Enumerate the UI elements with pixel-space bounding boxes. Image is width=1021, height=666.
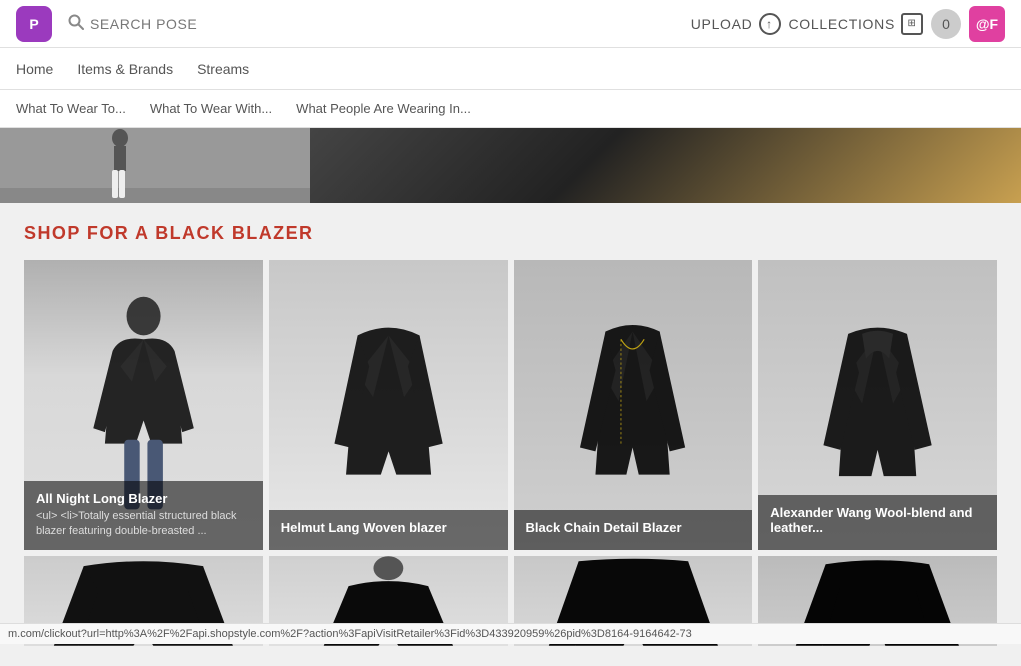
product-overlay-4: Alexander Wang Wool-blend and leather... xyxy=(758,495,997,550)
search-icon xyxy=(68,14,84,33)
product-card-3[interactable]: Black Chain Detail Blazer xyxy=(514,260,753,550)
status-bar: m.com/clickout?url=http%3A%2F%2Fapi.shop… xyxy=(0,623,1021,644)
top-navbar: P SEARCH POSE UPLOAD ↑ COLLECTIONS ⊞ 0 @… xyxy=(0,0,1021,48)
product-name-2: Helmut Lang Woven blazer xyxy=(281,520,496,535)
nav-home[interactable]: Home xyxy=(16,49,53,89)
logo[interactable]: P xyxy=(16,6,52,42)
nav-streams[interactable]: Streams xyxy=(197,49,249,89)
user-avatar-button[interactable]: @F xyxy=(969,6,1005,42)
hero-image-left xyxy=(0,128,310,203)
shop-title: SHOP FOR A BLACK BLAZER xyxy=(24,223,997,244)
upload-button[interactable]: UPLOAD ↑ xyxy=(691,13,781,35)
notification-badge[interactable]: 0 xyxy=(931,9,961,39)
main-content: SHOP FOR A BLACK BLAZER xyxy=(0,128,1021,666)
third-navbar: What To Wear To... What To Wear With... … xyxy=(0,90,1021,128)
collections-label: COLLECTIONS xyxy=(789,16,896,32)
collections-icon: ⊞ xyxy=(901,13,923,35)
collections-button[interactable]: COLLECTIONS ⊞ xyxy=(789,13,924,35)
product-card-2[interactable]: Helmut Lang Woven blazer xyxy=(269,260,508,550)
search-label: SEARCH POSE xyxy=(90,16,197,32)
nav-what-people-wearing[interactable]: What People Are Wearing In... xyxy=(296,101,471,116)
product-overlay-3: Black Chain Detail Blazer xyxy=(514,510,753,550)
product-card-4[interactable]: Alexander Wang Wool-blend and leather... xyxy=(758,260,997,550)
product-image-2 xyxy=(269,260,508,550)
product-image-3 xyxy=(514,260,753,550)
product-overlay-2: Helmut Lang Woven blazer xyxy=(269,510,508,550)
top-nav-right: UPLOAD ↑ COLLECTIONS ⊞ 0 @F xyxy=(691,6,1005,42)
product-overlay-1: All Night Long Blazer <ul> <li>Totally e… xyxy=(24,481,263,550)
nav-items-brands[interactable]: Items & Brands xyxy=(77,49,173,89)
nav-what-to-wear-with[interactable]: What To Wear With... xyxy=(150,101,272,116)
product-name-3: Black Chain Detail Blazer xyxy=(526,520,741,535)
product-desc-1: <ul> <li>Totally essential structured bl… xyxy=(36,509,251,538)
upload-label: UPLOAD xyxy=(691,16,753,32)
product-card-1[interactable]: All Night Long Blazer <ul> <li>Totally e… xyxy=(24,260,263,550)
second-navbar: Home Items & Brands Streams xyxy=(0,48,1021,90)
product-name-1: All Night Long Blazer xyxy=(36,491,251,506)
product-grid-row1: All Night Long Blazer <ul> <li>Totally e… xyxy=(24,260,997,550)
product-name-4: Alexander Wang Wool-blend and leather... xyxy=(770,505,985,535)
shop-section: SHOP FOR A BLACK BLAZER xyxy=(0,203,1021,666)
search-area[interactable]: SEARCH POSE xyxy=(68,14,197,33)
upload-icon: ↑ xyxy=(759,13,781,35)
hero-strip xyxy=(0,128,1021,203)
nav-what-to-wear[interactable]: What To Wear To... xyxy=(16,101,126,116)
hero-image-right xyxy=(310,128,1021,203)
